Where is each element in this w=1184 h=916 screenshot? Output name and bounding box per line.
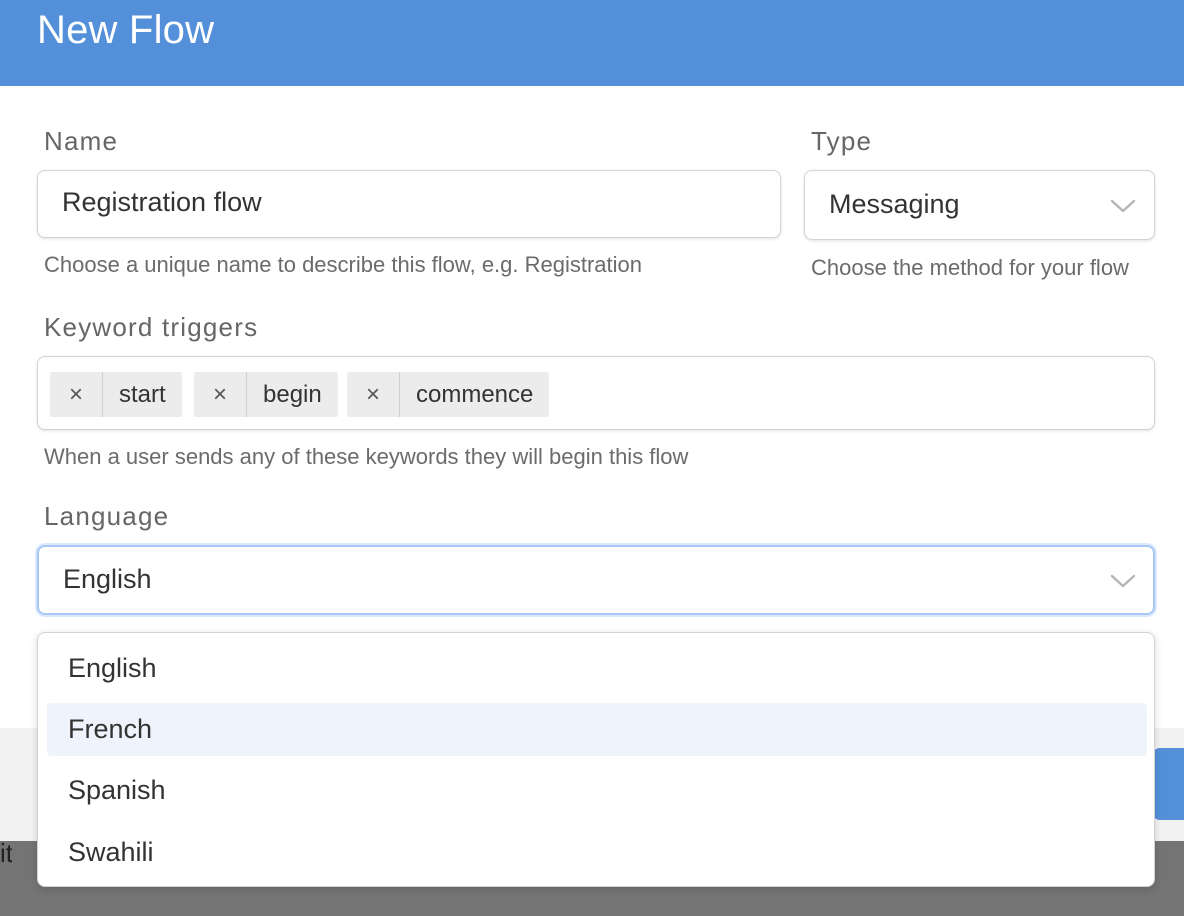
name-help: Choose a unique name to describe this fl… (44, 252, 643, 277)
chevron-down-icon (1110, 574, 1136, 588)
keywords-input[interactable]: × start × begin × commence (37, 356, 1155, 430)
name-input[interactable]: Registration flow (37, 170, 781, 238)
primary-button[interactable] (1152, 748, 1184, 820)
language-option-french[interactable]: French (47, 703, 1147, 756)
keywords-help: When a user sends any of these keywords … (44, 444, 689, 469)
chevron-down-icon (1110, 199, 1136, 213)
language-select[interactable]: English (37, 545, 1155, 615)
keyword-chip-label: begin (263, 380, 322, 408)
name-input-value: Registration flow (62, 187, 262, 217)
language-option-swahili[interactable]: Swahili (47, 826, 1147, 879)
keyword-chip-label: start (119, 380, 166, 408)
keyword-chip: × commence (347, 372, 550, 417)
keyword-chip-label: commence (416, 380, 534, 408)
type-select[interactable]: Messaging (804, 170, 1155, 240)
close-icon[interactable]: × (50, 372, 103, 417)
background-text: it (0, 838, 12, 868)
type-label: Type (811, 126, 873, 156)
type-select-value: Messaging (829, 189, 960, 219)
keyword-chip: × begin (194, 372, 338, 417)
language-select-value: English (63, 564, 152, 594)
language-option-english[interactable]: English (47, 642, 1147, 695)
dialog-title: New Flow (37, 8, 215, 52)
language-option-spanish[interactable]: Spanish (47, 764, 1147, 817)
keywords-label: Keyword triggers (44, 312, 259, 342)
type-help: Choose the method for your flow (811, 255, 1129, 280)
close-icon[interactable]: × (347, 372, 400, 417)
keyword-chip: × start (50, 372, 182, 417)
dialog-header: New Flow (0, 0, 1184, 86)
name-label: Name (44, 126, 119, 156)
close-icon[interactable]: × (194, 372, 247, 417)
language-label: Language (44, 501, 170, 531)
language-dropdown-menu: English French Spanish Swahili (37, 632, 1155, 887)
